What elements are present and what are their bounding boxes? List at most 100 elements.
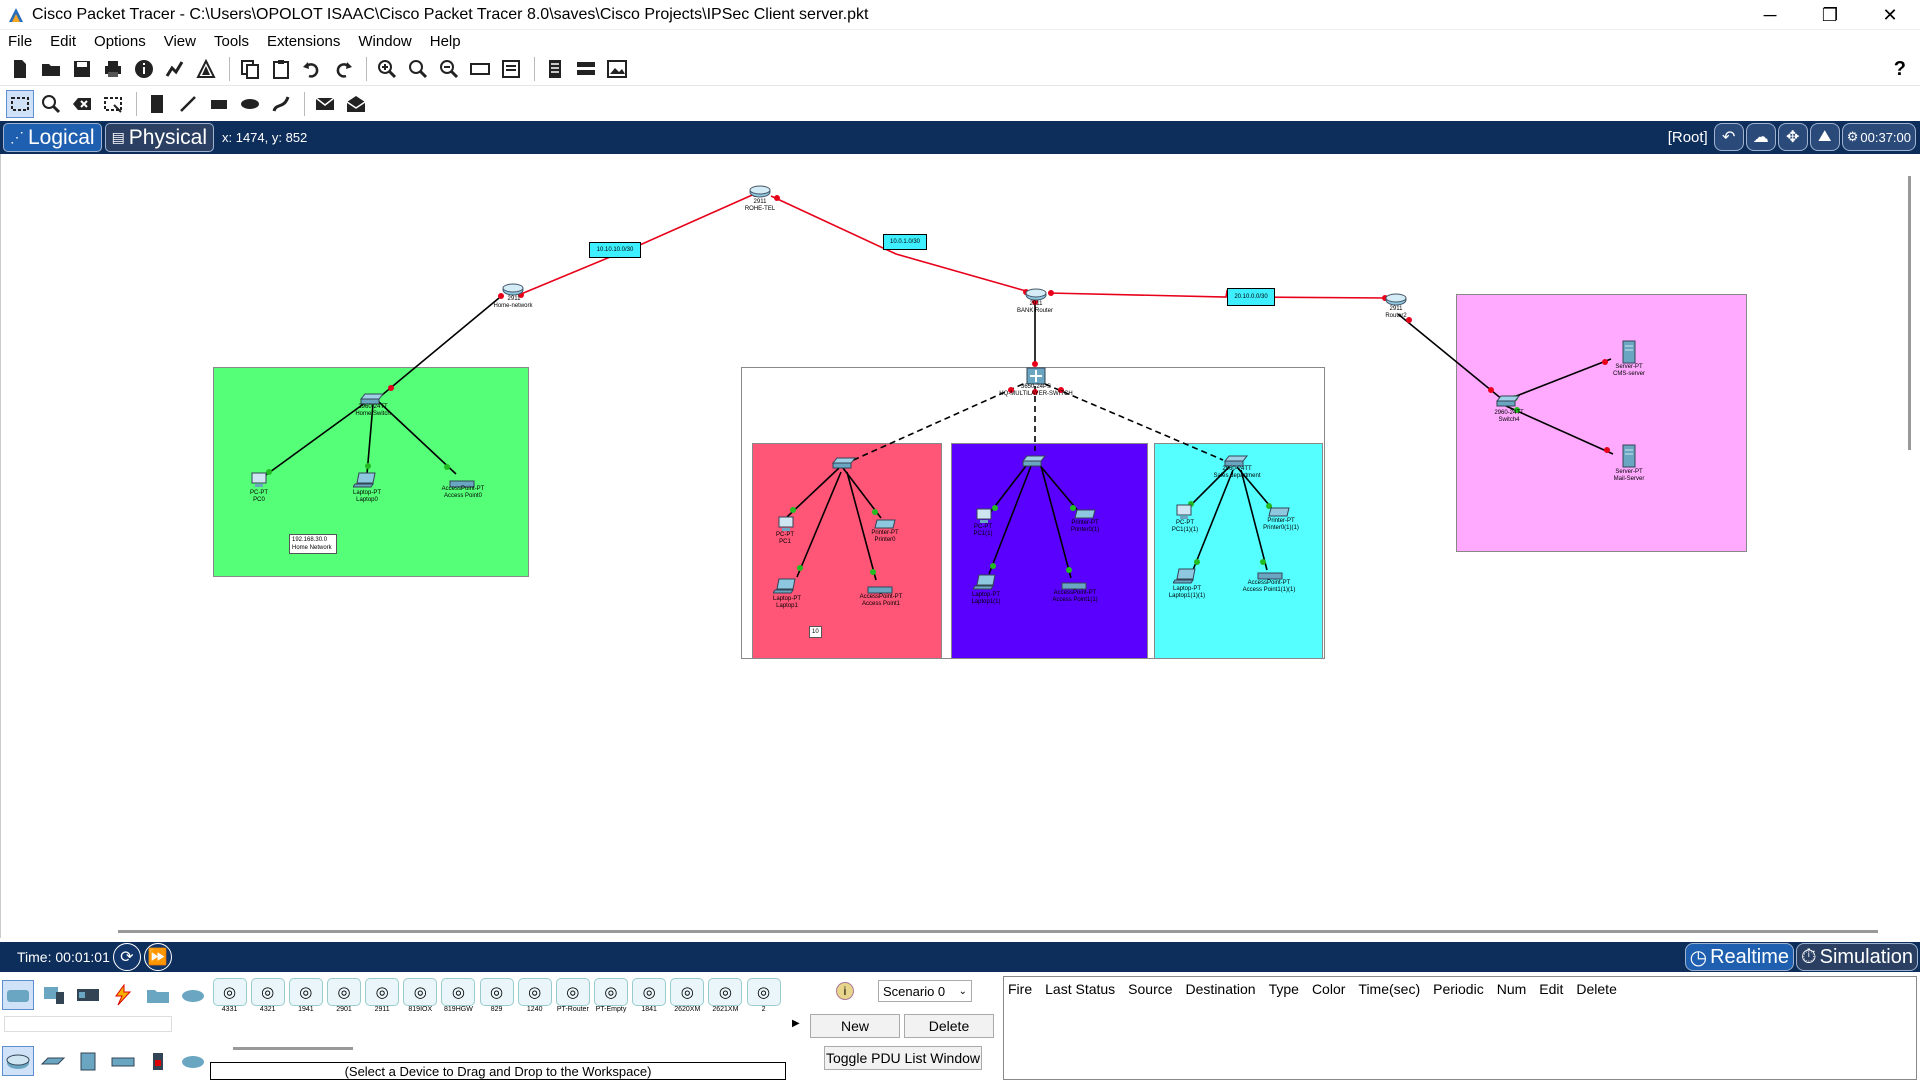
pdu-col-source[interactable]: Source bbox=[1128, 981, 1172, 997]
logical-workspace[interactable]: 10.10.10.0/30 10.0.1.0/30 20.10.0.0/30 2… bbox=[0, 154, 1920, 938]
device-2621xm[interactable]: ◎ 2621XM bbox=[708, 978, 743, 1016]
drawing-palette-icon[interactable] bbox=[466, 55, 494, 83]
pdu-col-delete[interactable]: Delete bbox=[1576, 981, 1616, 997]
pdu-col-time[interactable]: Time(sec) bbox=[1358, 981, 1420, 997]
open-folder-icon[interactable] bbox=[37, 55, 65, 83]
zoom-reset-icon[interactable] bbox=[404, 55, 432, 83]
minimize-button[interactable]: ─ bbox=[1740, 0, 1800, 30]
red-zone-tag[interactable]: 10 bbox=[809, 626, 822, 638]
menu-extensions[interactable]: Extensions bbox=[267, 33, 340, 50]
add-complex-pdu-icon[interactable] bbox=[342, 90, 370, 118]
draw-ellipse-icon[interactable] bbox=[236, 90, 264, 118]
custom-devices-icon[interactable] bbox=[497, 55, 525, 83]
link-label-10-10-10[interactable]: 10.10.10.0/30 bbox=[589, 242, 641, 258]
freeform-icon[interactable] bbox=[267, 90, 295, 118]
link-label-10-0-1[interactable]: 10.0.1.0/30 bbox=[883, 234, 927, 250]
help-icon[interactable]: ? bbox=[1894, 58, 1906, 81]
set-background-icon[interactable]: ⛰ bbox=[1809, 123, 1840, 151]
zoom-out-icon[interactable] bbox=[435, 55, 463, 83]
mail-server[interactable] bbox=[1621, 444, 1637, 472]
device-2901[interactable]: ◎ 2901 bbox=[326, 978, 361, 1016]
image-icon[interactable] bbox=[603, 55, 631, 83]
select-tool-icon[interactable] bbox=[6, 90, 34, 118]
wan-emulation-subcategory-icon[interactable] bbox=[177, 1046, 209, 1076]
print-icon[interactable] bbox=[99, 55, 127, 83]
wireless-subcategory-icon[interactable] bbox=[107, 1046, 139, 1076]
draw-line-icon[interactable] bbox=[174, 90, 202, 118]
home-network-note[interactable]: 192.168.30.0 Home Network bbox=[289, 534, 337, 554]
device-pt-router[interactable]: ◎ PT-Router bbox=[555, 978, 590, 1016]
pdu-col-fire[interactable]: Fire bbox=[1008, 981, 1032, 997]
new-file-icon[interactable] bbox=[6, 55, 34, 83]
scenario-info-icon[interactable]: i bbox=[836, 982, 854, 1000]
connections-category-icon[interactable] bbox=[107, 980, 139, 1010]
new-scenario-button[interactable]: New bbox=[810, 1014, 900, 1038]
new-cluster-icon[interactable]: ☁ bbox=[1745, 123, 1776, 151]
workspace-horizontal-scrollbar[interactable] bbox=[118, 930, 1878, 933]
physical-tab[interactable]: ▤ Physical bbox=[104, 123, 214, 152]
pdu-col-type[interactable]: Type bbox=[1269, 981, 1299, 997]
device-more[interactable]: ◎ 2 bbox=[746, 978, 781, 1016]
blue-zone-switch[interactable] bbox=[1021, 454, 1047, 471]
root-path[interactable]: [Root] bbox=[1668, 129, 1708, 146]
device-4331[interactable]: ◎ 4331 bbox=[212, 978, 247, 1016]
scenario-select[interactable]: Scenario 0 ⌄ bbox=[878, 980, 972, 1002]
draw-rectangle-icon[interactable] bbox=[205, 90, 233, 118]
device-1841[interactable]: ◎ 1841 bbox=[632, 978, 667, 1016]
delete-tool-icon[interactable] bbox=[68, 90, 96, 118]
viewport-clock[interactable]: ⚙ 00:37:00 bbox=[1841, 123, 1916, 151]
device-829[interactable]: ◎ 829 bbox=[479, 978, 514, 1016]
inspect-tool-icon[interactable] bbox=[37, 90, 65, 118]
hubs-subcategory-icon[interactable] bbox=[72, 1046, 104, 1076]
pc0[interactable] bbox=[250, 472, 268, 492]
fast-forward-icon[interactable]: ⏩ bbox=[143, 943, 172, 971]
info-icon[interactable] bbox=[130, 55, 158, 83]
pdu-col-destination[interactable]: Destination bbox=[1186, 981, 1256, 997]
pdu-col-last-status[interactable]: Last Status bbox=[1045, 981, 1115, 997]
toggle-pdu-list-button[interactable]: Toggle PDU List Window bbox=[824, 1046, 982, 1070]
menu-tools[interactable]: Tools bbox=[214, 33, 249, 50]
zoom-in-icon[interactable] bbox=[373, 55, 401, 83]
pdu-col-color[interactable]: Color bbox=[1312, 981, 1345, 997]
miscellaneous-category-icon[interactable] bbox=[142, 980, 174, 1010]
device-list-icon[interactable] bbox=[572, 55, 600, 83]
copy-icon[interactable] bbox=[236, 55, 264, 83]
notes-icon[interactable] bbox=[541, 55, 569, 83]
logical-tab[interactable]: ⋰ Logical bbox=[3, 123, 102, 152]
back-icon[interactable]: ↶ bbox=[1713, 123, 1744, 151]
device-2620xm[interactable]: ◎ 2620XM bbox=[670, 978, 705, 1016]
save-icon[interactable] bbox=[68, 55, 96, 83]
cyan-laptop[interactable] bbox=[1172, 568, 1199, 588]
simulation-mode-button[interactable]: ⏱ Simulation bbox=[1796, 943, 1918, 971]
realtime-mode-button[interactable]: ◷ Realtime bbox=[1684, 943, 1794, 971]
device-1240[interactable]: ◎ 1240 bbox=[517, 978, 552, 1016]
multiuser-category-icon[interactable] bbox=[177, 980, 209, 1010]
delete-scenario-button[interactable]: Delete bbox=[904, 1014, 994, 1038]
components-category-icon[interactable] bbox=[72, 980, 104, 1010]
red-laptop1[interactable] bbox=[772, 578, 799, 598]
link-label-20-10-0[interactable]: 20.10.0.0/30 bbox=[1227, 288, 1275, 306]
red-zone-switch[interactable] bbox=[831, 456, 857, 473]
menu-file[interactable]: File bbox=[8, 33, 32, 50]
add-simple-pdu-icon[interactable] bbox=[311, 90, 339, 118]
pdu-col-edit[interactable]: Edit bbox=[1539, 981, 1563, 997]
end-devices-category-icon[interactable] bbox=[37, 980, 69, 1010]
power-cycle-icon[interactable]: ⟳ bbox=[112, 943, 141, 971]
maximize-button[interactable]: ❐ bbox=[1800, 0, 1860, 30]
paste-icon[interactable] bbox=[267, 55, 295, 83]
menu-options[interactable]: Options bbox=[94, 33, 146, 50]
device-819hgw[interactable]: ◎ 819HGW bbox=[441, 978, 476, 1016]
device-list-scrollbar[interactable] bbox=[233, 1047, 353, 1050]
device-819iox[interactable]: ◎ 819IOX bbox=[403, 978, 438, 1016]
menu-edit[interactable]: Edit bbox=[50, 33, 76, 50]
undo-icon[interactable] bbox=[298, 55, 326, 83]
device-2911[interactable]: ◎ 2911 bbox=[365, 978, 400, 1016]
blue-laptop[interactable] bbox=[972, 574, 999, 594]
workspace-vertical-scrollbar[interactable] bbox=[1908, 176, 1911, 450]
laptop0[interactable] bbox=[352, 472, 379, 492]
device-4321[interactable]: ◎ 4321 bbox=[250, 978, 285, 1016]
device-pt-empty[interactable]: ◎ PT-Empty bbox=[593, 978, 628, 1016]
redo-icon[interactable] bbox=[329, 55, 357, 83]
resize-shape-icon[interactable] bbox=[99, 90, 127, 118]
pdu-col-periodic[interactable]: Periodic bbox=[1433, 981, 1484, 997]
